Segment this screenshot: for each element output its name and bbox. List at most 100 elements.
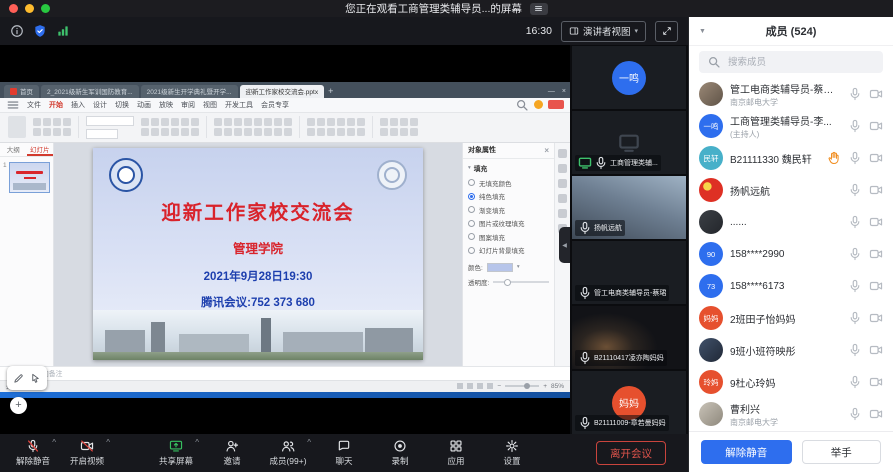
member-row[interactable]: 曹利兴 南京邮电大学	[689, 398, 893, 430]
radio-button[interactable]	[468, 179, 475, 186]
chevron-up-icon[interactable]: ^	[307, 438, 311, 447]
apps-button[interactable]: 应用	[429, 438, 483, 467]
mic-icon[interactable]	[848, 247, 862, 261]
wps-menu-item[interactable]: 切换	[115, 100, 129, 110]
wps-share-button[interactable]	[548, 100, 564, 109]
participant-video-tile[interactable]: 一鸣	[572, 46, 686, 109]
new-tab-button[interactable]: +	[328, 85, 333, 98]
record-button[interactable]: 录制	[373, 438, 427, 467]
zoom-in-button[interactable]: +	[543, 383, 547, 390]
meeting-menu-button[interactable]	[530, 3, 548, 15]
wps-document-tab[interactable]: 首页	[4, 85, 39, 98]
view-normal-icon[interactable]	[457, 383, 463, 389]
mic-icon[interactable]	[848, 311, 862, 325]
participant-video-tile[interactable]: 妈妈 B21111009-章若曼妈妈	[572, 371, 686, 434]
ribbon-group[interactable]	[380, 118, 418, 136]
wps-hamburger-icon[interactable]	[6, 98, 20, 112]
share-screen-button[interactable]: 共享屏幕 ^	[149, 438, 203, 467]
member-list[interactable]: 管工电商类辅导员-蔡珺 (我) 南京邮电大学 一鸣 工商管理类辅导员-李... …	[689, 78, 893, 431]
wps-document-tab[interactable]: 迎新工作家校交流会.pptx	[240, 85, 325, 98]
zoom-window-button[interactable]	[41, 4, 50, 13]
cursor-icon[interactable]	[30, 373, 41, 384]
member-row[interactable]: ......	[689, 206, 893, 238]
unmute-button[interactable]: 解除静音 ^	[6, 438, 60, 467]
search-icon[interactable]	[515, 98, 529, 112]
slide-1-thumbnail[interactable]: 1	[0, 157, 53, 198]
pen-icon[interactable]	[13, 373, 24, 384]
member-filter-icon[interactable]: ▼	[699, 28, 706, 35]
member-search[interactable]	[699, 51, 883, 73]
wps-menu-item[interactable]: 会员专享	[261, 100, 289, 110]
fullscreen-button[interactable]	[655, 21, 678, 42]
color-swatch[interactable]	[487, 263, 513, 272]
chevron-up-icon[interactable]: ^	[106, 438, 110, 447]
annotation-toolbar[interactable]	[7, 366, 47, 390]
participant-video-tile[interactable]: 工商管理类辅...	[572, 111, 686, 174]
member-row[interactable]: 73 158****6173	[689, 270, 893, 302]
view-sorter-icon[interactable]	[467, 383, 473, 389]
camera-icon[interactable]	[869, 183, 883, 197]
annotation-expand-button[interactable]: +	[10, 397, 27, 414]
unmute-button[interactable]: 解除静音	[701, 440, 792, 464]
thumbnail-panel-tab[interactable]: 大纲	[0, 143, 27, 156]
fill-option[interactable]: 纯色填充	[468, 191, 549, 201]
video-strip-collapse-handle[interactable]: ◀	[559, 227, 570, 263]
radio-button[interactable]	[468, 193, 475, 200]
radio-button[interactable]	[468, 206, 475, 213]
member-row[interactable]: 民轩 B21111330 魏民轩	[689, 142, 893, 174]
participant-video-tile[interactable]: B21110417凌亦陶妈妈	[572, 306, 686, 369]
wps-menu-item[interactable]: 文件	[27, 100, 41, 110]
wps-document-tab[interactable]: 2_2021级新生军训国防教育...	[41, 85, 139, 98]
radio-button[interactable]	[468, 247, 475, 254]
radio-button[interactable]	[468, 233, 475, 240]
wps-menu-item[interactable]: 设计	[93, 100, 107, 110]
slide-canvas[interactable]: 迎新工作家校交流会 管理学院 2021年9月28日19:30 腾讯会议:752 …	[54, 143, 462, 366]
mic-icon[interactable]	[848, 375, 862, 389]
fill-option[interactable]: 图案填充	[468, 232, 549, 242]
camera-icon[interactable]	[869, 247, 883, 261]
wps-menu-item[interactable]: 开发工具	[225, 100, 253, 110]
camera-icon[interactable]	[869, 343, 883, 357]
chat-button[interactable]: 聊天	[317, 438, 371, 467]
ribbon-paste-button[interactable]	[8, 116, 26, 138]
wps-menu-item[interactable]: 视图	[203, 100, 217, 110]
camera-icon[interactable]	[869, 375, 883, 389]
member-row[interactable]: 玲妈 9杜心玲妈	[689, 366, 893, 398]
mic-icon[interactable]	[848, 87, 862, 101]
speaker-notes-bar[interactable]: 单击此处添加备注	[0, 366, 570, 380]
mic-icon[interactable]	[848, 407, 862, 421]
view-slideshow-icon[interactable]	[487, 383, 493, 389]
wps-window-controls[interactable]: —×	[548, 85, 566, 98]
member-row[interactable]: 妈妈 2班田子怡妈妈	[689, 302, 893, 334]
camera-icon[interactable]	[869, 279, 883, 293]
members-button[interactable]: 成员(99+) ^	[261, 438, 315, 467]
mic-icon[interactable]	[848, 279, 862, 293]
wps-menu-item[interactable]: 插入	[71, 100, 85, 110]
fill-option[interactable]: 渐变填充	[468, 205, 549, 215]
zoom-slider[interactable]	[505, 385, 539, 387]
ribbon-group[interactable]	[33, 118, 71, 136]
chevron-up-icon[interactable]: ^	[195, 438, 199, 447]
ribbon-group[interactable]	[214, 118, 292, 136]
wps-document-tab[interactable]: 2021级新生开学典礼暨开学...	[141, 85, 238, 98]
member-row[interactable]: 扬帆远航	[689, 174, 893, 206]
camera-icon[interactable]	[869, 215, 883, 229]
security-shield-icon[interactable]	[33, 24, 47, 38]
wps-menu-item[interactable]: 动画	[137, 100, 151, 110]
wps-menu-item[interactable]: 开始	[49, 100, 63, 110]
invite-button[interactable]: 邀请	[205, 438, 259, 467]
meeting-info-icon[interactable]	[10, 24, 24, 38]
camera-icon[interactable]	[869, 87, 883, 101]
close-icon[interactable]: ×	[544, 146, 549, 155]
chevron-up-icon[interactable]: ^	[52, 438, 56, 447]
mic-icon[interactable]	[848, 151, 862, 165]
camera-icon[interactable]	[869, 311, 883, 325]
camera-icon[interactable]	[869, 407, 883, 421]
leave-meeting-button[interactable]: 离开会议	[596, 441, 666, 465]
camera-icon[interactable]	[869, 119, 883, 133]
ribbon-group[interactable]	[307, 118, 365, 136]
wps-menu-item[interactable]: 审阅	[181, 100, 195, 110]
mic-icon[interactable]	[848, 215, 862, 229]
view-read-icon[interactable]	[477, 383, 483, 389]
minimize-window-button[interactable]	[25, 4, 34, 13]
